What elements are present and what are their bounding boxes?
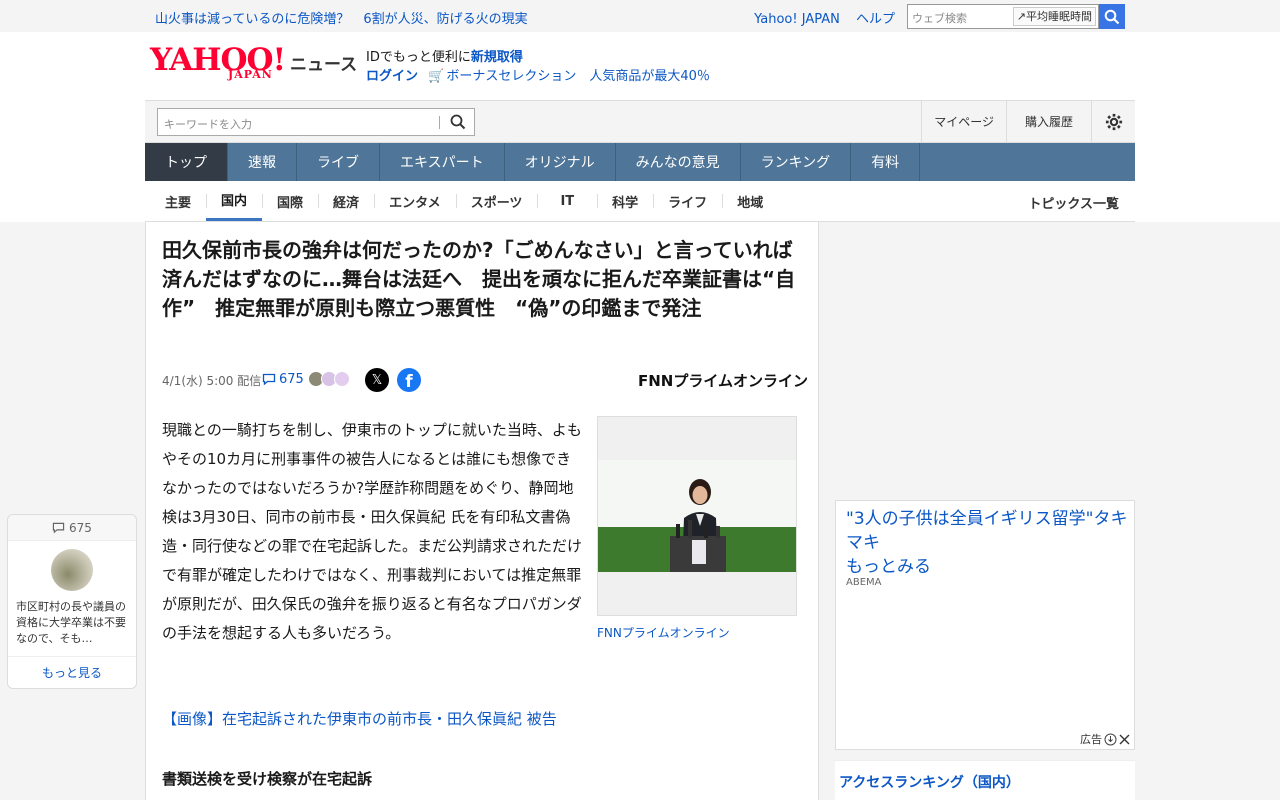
purchase-history-link[interactable]: 購入履歴 — [1005, 101, 1091, 142]
bonus-link[interactable]: ボーナスセレクション 人気商品が最大40％ — [446, 69, 710, 84]
access-ranking-title[interactable]: アクセスランキング（国内） — [839, 772, 1020, 792]
logo-sub: JAPAN — [228, 68, 273, 81]
sub-nav-local[interactable]: 地域 — [722, 181, 778, 221]
login-link[interactable]: ログイン — [366, 69, 418, 84]
main-nav-original[interactable]: オリジナル — [505, 143, 616, 181]
cart-icon: 🛒 — [428, 69, 445, 84]
sub-nav-main[interactable]: 主要 — [145, 181, 206, 221]
avatar — [51, 549, 93, 591]
ad-source: ABEMA — [846, 577, 882, 588]
promo-line-1: IDでもっと便利に新規取得 — [366, 48, 710, 67]
image-gallery-link[interactable]: 【画像】在宅起訴された伊東市の前市長・田久保眞紀 被告 — [162, 708, 557, 729]
top-strip-inner: 山火事は減っているのに危険増？ 6割が人災、防げる火の現実 Yahoo! JAPA… — [145, 0, 1135, 32]
yahoo-japan-link[interactable]: Yahoo! JAPAN — [754, 12, 840, 27]
top-headline-part-1[interactable]: 山火事は減っているのに危険増？ — [155, 12, 349, 27]
see-more-link[interactable]: もっと見る — [8, 656, 136, 688]
card-comment-count[interactable]: 675 — [8, 521, 136, 535]
article-date: 4/1(水) 5:00 配信 — [162, 374, 262, 388]
top-headline[interactable]: 山火事は減っているのに危険増？ 6割が人災、防げる火の現実 — [155, 8, 542, 27]
header-promo: IDでもっと便利に新規取得 ログイン 🛒 ボーナスセレクション 人気商品が最大40… — [366, 48, 710, 86]
search-assist-label: 平均睡眠時間 — [1026, 10, 1092, 23]
section-heading: 書類送検を受け検察が在宅起訴 — [162, 770, 373, 788]
search-assist-button[interactable]: ↗平均睡眠時間 — [1012, 7, 1096, 26]
share-x-button[interactable]: 𝕏 — [365, 368, 389, 392]
main-nav-ranking[interactable]: ランキング — [741, 143, 852, 181]
comment-icon — [262, 373, 276, 386]
ad-box[interactable]: "3人の子供は全員イギリス留学"タキマキ もっとみる ABEMA 広告 — [835, 500, 1135, 750]
search-divider — [439, 116, 440, 129]
sub-nav-life[interactable]: ライフ — [653, 181, 722, 221]
keyword-placeholder: キーワードを入力 — [164, 118, 252, 131]
search-icon[interactable] — [450, 114, 466, 130]
facebook-logo-icon: f — [405, 372, 413, 392]
ad-info-icon[interactable] — [1104, 733, 1117, 746]
mypage-link[interactable]: マイページ — [921, 101, 1006, 142]
photo-caption[interactable]: FNNプライムオンライン — [597, 624, 730, 641]
web-search-button[interactable] — [1099, 4, 1125, 29]
sub-nav-domestic[interactable]: 国内 — [206, 181, 263, 221]
avatar — [334, 371, 350, 387]
article: 田久保前市長の強弁は何だったのか?「ごめんなさい」と言っていれば済んだはずなのに… — [145, 222, 819, 800]
article-photo[interactable] — [597, 416, 797, 616]
assist-arrow-icon: ↗ — [1016, 10, 1026, 23]
comment-count: 675 — [279, 372, 304, 387]
main-nav-top[interactable]: トップ — [145, 143, 228, 181]
ad-label[interactable]: 広告 — [1080, 731, 1130, 747]
web-search-input[interactable]: ウェブ検索 ↗平均睡眠時間 — [907, 4, 1099, 29]
header-nav: マイページ 購入履歴 — [921, 101, 1135, 142]
commenter-avatars[interactable] — [308, 371, 350, 387]
web-search-placeholder: ウェブ検索 — [912, 12, 967, 25]
main-nav-paid[interactable]: 有料 — [851, 143, 921, 181]
main-nav-breaking[interactable]: 速報 — [228, 143, 297, 181]
main-nav-expert[interactable]: エキスパート — [380, 143, 505, 181]
article-body: 現職との一騎打ちを制し、伊東市のトップに就いた当時、よもやその10カ月に刑事事件… — [162, 421, 583, 642]
sub-nav-it[interactable]: IT — [537, 181, 597, 221]
topics-list-link[interactable]: トピックス一覧 — [1028, 193, 1119, 212]
help-link[interactable]: ヘルプ — [856, 12, 895, 27]
gear-icon — [1105, 113, 1122, 130]
floating-comment-card[interactable]: 675 市区町村の長や議員の資格に大学卒業は不要なので、そも… もっと見る — [7, 514, 137, 689]
comment-count-link[interactable]: 675 — [262, 372, 304, 387]
search-row: キーワードを入力 マイページ 購入履歴 — [145, 100, 1135, 143]
sub-nav-sports[interactable]: スポーツ — [455, 181, 538, 221]
top-headline-part-2[interactable]: 6割が人災、防げる火の現実 — [363, 12, 527, 27]
card-count-value: 675 — [68, 521, 92, 535]
access-ranking: アクセスランキング（国内） — [835, 760, 1135, 800]
promo-text: IDでもっと便利に — [366, 50, 471, 65]
sub-nav: 主要 国内 国際 経済 エンタメ スポーツ IT 科学 ライフ 地域 トピックス… — [145, 181, 1135, 222]
sub-nav-entertainment[interactable]: エンタメ — [374, 181, 456, 221]
promo-line-2: ログイン 🛒 ボーナスセレクション 人気商品が最大40％ — [366, 67, 710, 86]
press-conference-photo — [598, 460, 796, 572]
top-strip: 山火事は減っているのに危険増？ 6割が人災、防げる火の現実 Yahoo! JAPA… — [0, 0, 1280, 32]
close-icon[interactable] — [1119, 734, 1130, 745]
main-nav-live[interactable]: ライブ — [297, 143, 380, 181]
main-nav-opinion[interactable]: みんなの意見 — [616, 143, 741, 181]
yahoo-news-logo[interactable]: YAHOO! JAPAN ニュース — [150, 42, 360, 84]
search-icon — [1104, 9, 1120, 24]
keyword-search-input[interactable]: キーワードを入力 — [157, 108, 475, 136]
x-logo-icon: 𝕏 — [371, 372, 383, 388]
comment-icon — [52, 522, 65, 534]
sub-nav-world[interactable]: 国際 — [262, 181, 318, 221]
ad-title[interactable]: "3人の子供は全員イギリス留学"タキマキ もっとみる — [846, 507, 1131, 579]
sub-nav-science[interactable]: 科学 — [597, 181, 653, 221]
logo-service: ニュース — [290, 55, 358, 75]
settings-button[interactable] — [1091, 101, 1135, 142]
provider-logo[interactable]: FNNプライムオンライン — [638, 370, 808, 391]
article-title: 田久保前市長の強弁は何だったのか?「ごめんなさい」と言っていれば済んだはずなのに… — [162, 238, 796, 320]
comment-snippet[interactable]: 市区町村の長や議員の資格に大学卒業は不要なので、そも… — [16, 599, 132, 647]
ad-label-text: 広告 — [1080, 733, 1102, 746]
main-nav: トップ 速報 ライブ エキスパート オリジナル みんなの意見 ランキング 有料 — [145, 143, 1135, 181]
share-facebook-button[interactable]: f — [397, 368, 421, 392]
top-links: Yahoo! JAPAN ヘルプ — [742, 8, 895, 27]
sub-nav-economy[interactable]: 経済 — [318, 181, 374, 221]
microphones — [670, 520, 726, 572]
register-link[interactable]: 新規取得 — [471, 50, 523, 65]
